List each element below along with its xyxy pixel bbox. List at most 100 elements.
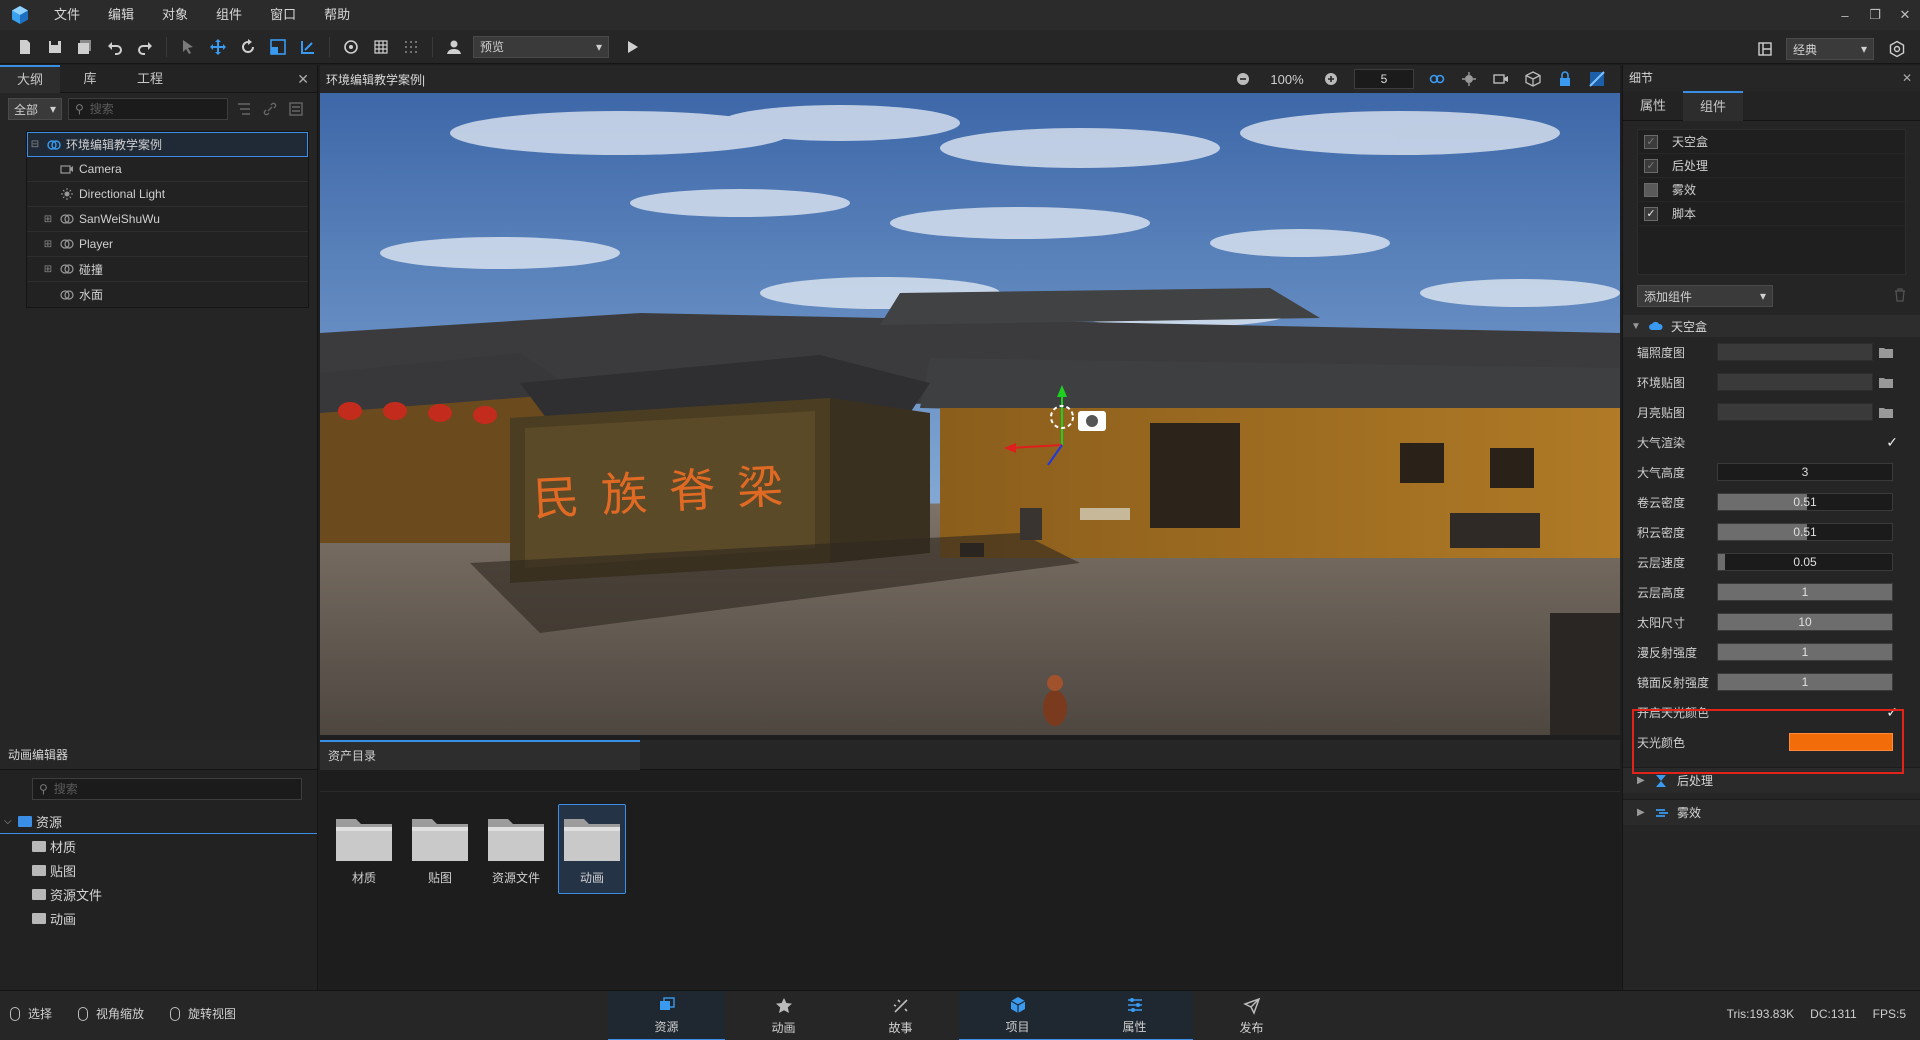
minimize-icon[interactable]: – [1830, 0, 1860, 30]
tree-item-root[interactable]: ⊟ 环境编辑教学案例 [27, 132, 308, 157]
save-icon[interactable] [40, 32, 70, 62]
specular-strength-slider[interactable]: 1 [1717, 673, 1893, 691]
zoom-in-icon[interactable] [1316, 68, 1346, 90]
menu-help[interactable]: 帮助 [310, 0, 364, 30]
component-icon[interactable] [336, 32, 366, 62]
tab-library[interactable]: 库 [60, 65, 120, 93]
snap-icon[interactable] [1422, 68, 1452, 90]
cumulus-density-slider[interactable]: 0.51 [1717, 523, 1893, 541]
tab-asset-directory[interactable]: 资产目录 [320, 740, 640, 770]
user-icon[interactable] [439, 32, 469, 62]
cube-view-icon[interactable] [1518, 68, 1548, 90]
menu-component[interactable]: 组件 [202, 0, 256, 30]
component-checkbox[interactable]: ✓ [1644, 134, 1658, 149]
resource-folder-textures[interactable]: 贴图 [0, 858, 317, 882]
redo-icon[interactable] [130, 32, 160, 62]
new-file-icon[interactable] [10, 32, 40, 62]
close-window-icon[interactable]: ✕ [1890, 0, 1920, 30]
settings-gear-icon[interactable] [1882, 34, 1912, 64]
asset-folder-textures[interactable]: 贴图 [406, 804, 474, 894]
zoom-out-icon[interactable] [1228, 68, 1258, 90]
tab-project[interactable]: 工程 [120, 65, 180, 93]
transform-icon[interactable] [293, 32, 323, 62]
moon-map-field[interactable] [1717, 403, 1873, 421]
expand-icon[interactable]: ⊞ [41, 263, 55, 275]
close-icon[interactable]: ✕ [297, 65, 309, 93]
component-row-postprocess[interactable]: ✓ 后处理 [1638, 154, 1905, 178]
bottom-tab-publish[interactable]: 发布 [1193, 991, 1310, 1040]
outline-search-input[interactable] [89, 102, 221, 116]
play-icon[interactable] [617, 32, 647, 62]
layout-icon[interactable] [1750, 34, 1780, 64]
scale-icon[interactable] [263, 32, 293, 62]
camera-view-icon[interactable] [1486, 68, 1516, 90]
preview-mode-dropdown[interactable]: 预览 ▾ [473, 35, 609, 58]
anim-search-input[interactable] [53, 782, 295, 796]
atmosphere-height-input[interactable]: 3 [1717, 463, 1893, 481]
component-checkbox[interactable]: ✓ [1644, 206, 1658, 221]
save-all-icon[interactable] [70, 32, 100, 62]
rotate-icon[interactable] [233, 32, 263, 62]
bottom-tab-animation[interactable]: 动画 [725, 991, 842, 1040]
grid-size-field[interactable]: 5 [1354, 69, 1414, 89]
restore-icon[interactable]: ❐ [1860, 0, 1890, 30]
add-component-dropdown[interactable]: 添加组件 ▾ [1637, 285, 1773, 307]
resource-root[interactable]: ⌵ 资源 [0, 810, 317, 834]
component-row-fog[interactable]: 雾效 [1638, 178, 1905, 202]
resource-folder-animations[interactable]: 动画 [0, 906, 317, 930]
bottom-tab-story[interactable]: 故事 [842, 991, 959, 1040]
tree-item-collision[interactable]: ⊞ 碰撞 [27, 257, 308, 282]
sun-size-slider[interactable]: 10 [1717, 613, 1893, 631]
menu-window[interactable]: 窗口 [256, 0, 310, 30]
dots-grid-icon[interactable] [396, 32, 426, 62]
asset-folder-files[interactable]: 资源文件 [482, 804, 550, 894]
bottom-tab-project[interactable]: 项目 [959, 991, 1076, 1040]
expand-icon[interactable]: ⊞ [41, 213, 55, 225]
tree-item-camera[interactable]: Camera [27, 157, 308, 182]
component-row-skybox[interactable]: ✓ 天空盒 [1638, 130, 1905, 154]
env-map-field[interactable] [1717, 373, 1873, 391]
undo-icon[interactable] [100, 32, 130, 62]
resource-folder-materials[interactable]: 材质 [0, 834, 317, 858]
component-row-script[interactable]: ✓ 脚本 [1638, 202, 1905, 226]
tree-view-icon[interactable] [234, 99, 254, 119]
cloud-speed-slider[interactable]: 0.05 [1717, 553, 1893, 571]
cirrus-density-slider[interactable]: 0.51 [1717, 493, 1893, 511]
atmosphere-render-checkbox[interactable]: ✓ [1886, 434, 1898, 451]
resource-folder-files[interactable]: 资源文件 [0, 882, 317, 906]
tree-item-light[interactable]: Directional Light [27, 182, 308, 207]
grid-icon[interactable] [366, 32, 396, 62]
tree-item-player[interactable]: ⊞ Player [27, 232, 308, 257]
lock-view-icon[interactable] [1550, 68, 1580, 90]
layout-dropdown[interactable]: 经典 ▾ [1786, 38, 1874, 60]
folder-icon[interactable] [1879, 405, 1895, 419]
tree-item-sanweishuwu[interactable]: ⊞ SanWeiShuWu [27, 207, 308, 232]
cloud-height-slider[interactable]: 1 [1717, 583, 1893, 601]
move-icon[interactable] [203, 32, 233, 62]
tab-outline[interactable]: 大纲 [0, 65, 60, 93]
list-view-icon[interactable] [286, 99, 306, 119]
menu-file[interactable]: 文件 [40, 0, 94, 30]
tree-item-water[interactable]: 水面 [27, 282, 308, 307]
render-mode-icon[interactable] [1582, 68, 1612, 90]
menu-edit[interactable]: 编辑 [94, 0, 148, 30]
tab-components[interactable]: 组件 [1683, 91, 1743, 121]
folder-icon[interactable] [1879, 345, 1895, 359]
bottom-tab-properties[interactable]: 属性 [1076, 991, 1193, 1040]
tab-properties[interactable]: 属性 [1623, 91, 1683, 121]
irradiance-map-field[interactable] [1717, 343, 1873, 361]
bottom-tab-resources[interactable]: 资源 [608, 991, 725, 1040]
expand-icon[interactable]: ⊞ [41, 238, 55, 250]
scene-viewport[interactable]: 民族脊梁 [320, 93, 1620, 735]
asset-folder-animations[interactable]: 动画 [558, 804, 626, 894]
section-skybox-header[interactable]: ▼ 天空盒 [1623, 315, 1920, 337]
component-checkbox[interactable] [1644, 182, 1658, 197]
menu-object[interactable]: 对象 [148, 0, 202, 30]
component-checkbox[interactable]: ✓ [1644, 158, 1658, 173]
section-fog-header[interactable]: ▶ 雾效 [1623, 799, 1920, 825]
link-icon[interactable] [260, 99, 280, 119]
gizmo-icon[interactable] [1454, 68, 1484, 90]
folder-icon[interactable] [1879, 375, 1895, 389]
chevron-down-icon[interactable]: ⌵ [4, 816, 18, 827]
asset-folder-materials[interactable]: 材质 [330, 804, 398, 894]
